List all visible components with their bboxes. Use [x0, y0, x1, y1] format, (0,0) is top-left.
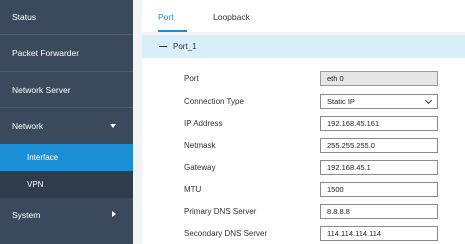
gateway-input[interactable]: 192.168.45.1 — [320, 160, 438, 175]
primary-dns-value: 8.8.8.8 — [327, 207, 350, 216]
connection-type-value: Static IP — [327, 97, 355, 106]
sidebar-item-status[interactable]: Status — [0, 0, 133, 35]
secondary-dns-value: 114.114.114.114 — [327, 229, 382, 238]
sidebar-item-network[interactable]: Network — [0, 108, 133, 144]
caret-right-icon — [112, 211, 116, 217]
tab-port[interactable]: Port — [158, 12, 174, 22]
port-panel: Port_1 Port eth 0 Connection Type Static… — [142, 35, 465, 244]
tab-loopback[interactable]: Loopback — [213, 12, 250, 22]
panel-header[interactable]: Port_1 — [142, 35, 465, 58]
mtu-input[interactable]: 1500 — [320, 182, 438, 197]
mtu-value: 1500 — [327, 185, 344, 194]
panel-title: Port_1 — [173, 42, 197, 51]
netmask-label: Netmask — [184, 141, 216, 150]
netmask-input[interactable]: 255.255.255.0 — [320, 138, 438, 153]
connection-type-label: Connection Type — [184, 97, 244, 106]
sidebar-item-network-server[interactable]: Network Server — [0, 72, 133, 108]
sidebar-item-interface[interactable]: Interface — [0, 144, 133, 171]
sidebar-item-label: VPN — [27, 180, 44, 189]
sidebar-item-packet-forwarder[interactable]: Packet Forwarder — [0, 35, 133, 72]
tab-bar: Port Loopback — [142, 0, 465, 32]
ip-address-value: 192.168.45.161 — [327, 119, 380, 128]
port-field: eth 0 — [320, 71, 438, 86]
primary-dns-label: Primary DNS Server — [184, 207, 257, 216]
collapse-icon[interactable] — [159, 45, 167, 48]
ip-address-label: IP Address — [184, 119, 223, 128]
netmask-value: 255.255.255.0 — [327, 141, 375, 150]
secondary-dns-label: Secondary DNS Server — [184, 229, 268, 238]
connection-type-select[interactable]: Static IP — [320, 94, 438, 109]
chevron-down-icon — [424, 96, 433, 104]
gateway-value: 192.168.45.1 — [327, 163, 371, 172]
secondary-dns-input[interactable]: 114.114.114.114 — [320, 226, 438, 241]
gateway-label: Gateway — [184, 163, 216, 172]
sidebar-item-label: Status — [12, 12, 37, 22]
caret-down-icon — [110, 124, 116, 128]
sidebar-item-system[interactable]: System — [0, 198, 133, 231]
ip-address-input[interactable]: 192.168.45.161 — [320, 116, 438, 131]
sidebar-item-label: Network Server — [12, 84, 71, 95]
sidebar-item-label: System — [12, 209, 41, 220]
main-content: Port Loopback Port_1 Port eth 0 Connecti… — [133, 0, 465, 244]
sidebar-item-label: Interface — [27, 153, 59, 162]
sidebar-item-label: Network — [12, 121, 44, 131]
mtu-label: MTU — [184, 185, 202, 194]
port-value: eth 0 — [327, 74, 344, 83]
sidebar-item-label: Packet Forwarder — [12, 48, 80, 58]
active-tab-indicator — [158, 30, 187, 32]
sidebar-item-vpn[interactable]: VPN — [0, 171, 133, 198]
primary-dns-input[interactable]: 8.8.8.8 — [320, 204, 438, 219]
port-label: Port — [184, 74, 199, 83]
sidebar: Status Packet Forwarder Network Server N… — [0, 0, 133, 244]
